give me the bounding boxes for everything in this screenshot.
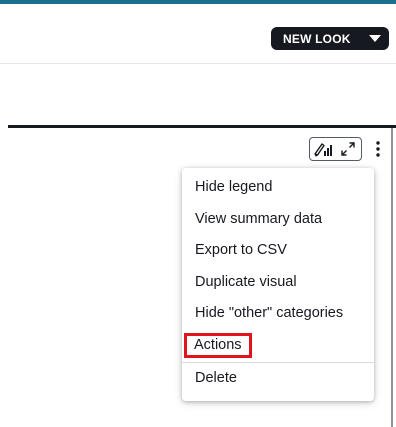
menu-item-label: Delete	[195, 370, 237, 386]
menu-item-label: Duplicate visual	[195, 273, 297, 290]
visual-right-border	[391, 128, 393, 427]
expand-icon[interactable]	[337, 139, 359, 159]
menu-item-duplicate-visual[interactable]: Duplicate visual	[182, 267, 374, 299]
more-options-icon[interactable]	[369, 138, 387, 160]
menu-item-hide-legend[interactable]: Hide legend	[182, 172, 374, 204]
visual-top-border	[8, 125, 396, 128]
menu-item-label: Hide "other" categories	[195, 305, 344, 321]
menu-item-export-to-csv[interactable]: Export to CSV	[182, 235, 374, 267]
visual-context-menu: Hide legend View summary data Export to …	[182, 168, 374, 401]
new-look-label: NEW LOOK	[283, 31, 351, 46]
menu-item-label: Actions	[184, 332, 252, 358]
menu-item-actions[interactable]: Actions	[182, 330, 374, 362]
new-look-button[interactable]: NEW LOOK	[271, 27, 389, 50]
menu-item-label: View summary data	[195, 210, 323, 227]
caret-down-icon	[369, 35, 381, 42]
visual-toolbar-group	[309, 137, 362, 161]
top-accent-bar	[0, 0, 396, 4]
menu-item-label: Export to CSV	[195, 242, 287, 258]
header-divider	[0, 63, 396, 64]
menu-item-label: Hide legend	[195, 179, 273, 195]
format-visual-icon[interactable]	[312, 139, 334, 159]
menu-item-hide-other-categories[interactable]: Hide "other" categories	[182, 298, 374, 330]
menu-item-view-summary-data[interactable]: View summary data	[182, 204, 374, 236]
visual-toolbar	[309, 136, 391, 162]
menu-item-delete[interactable]: Delete	[182, 363, 374, 395]
